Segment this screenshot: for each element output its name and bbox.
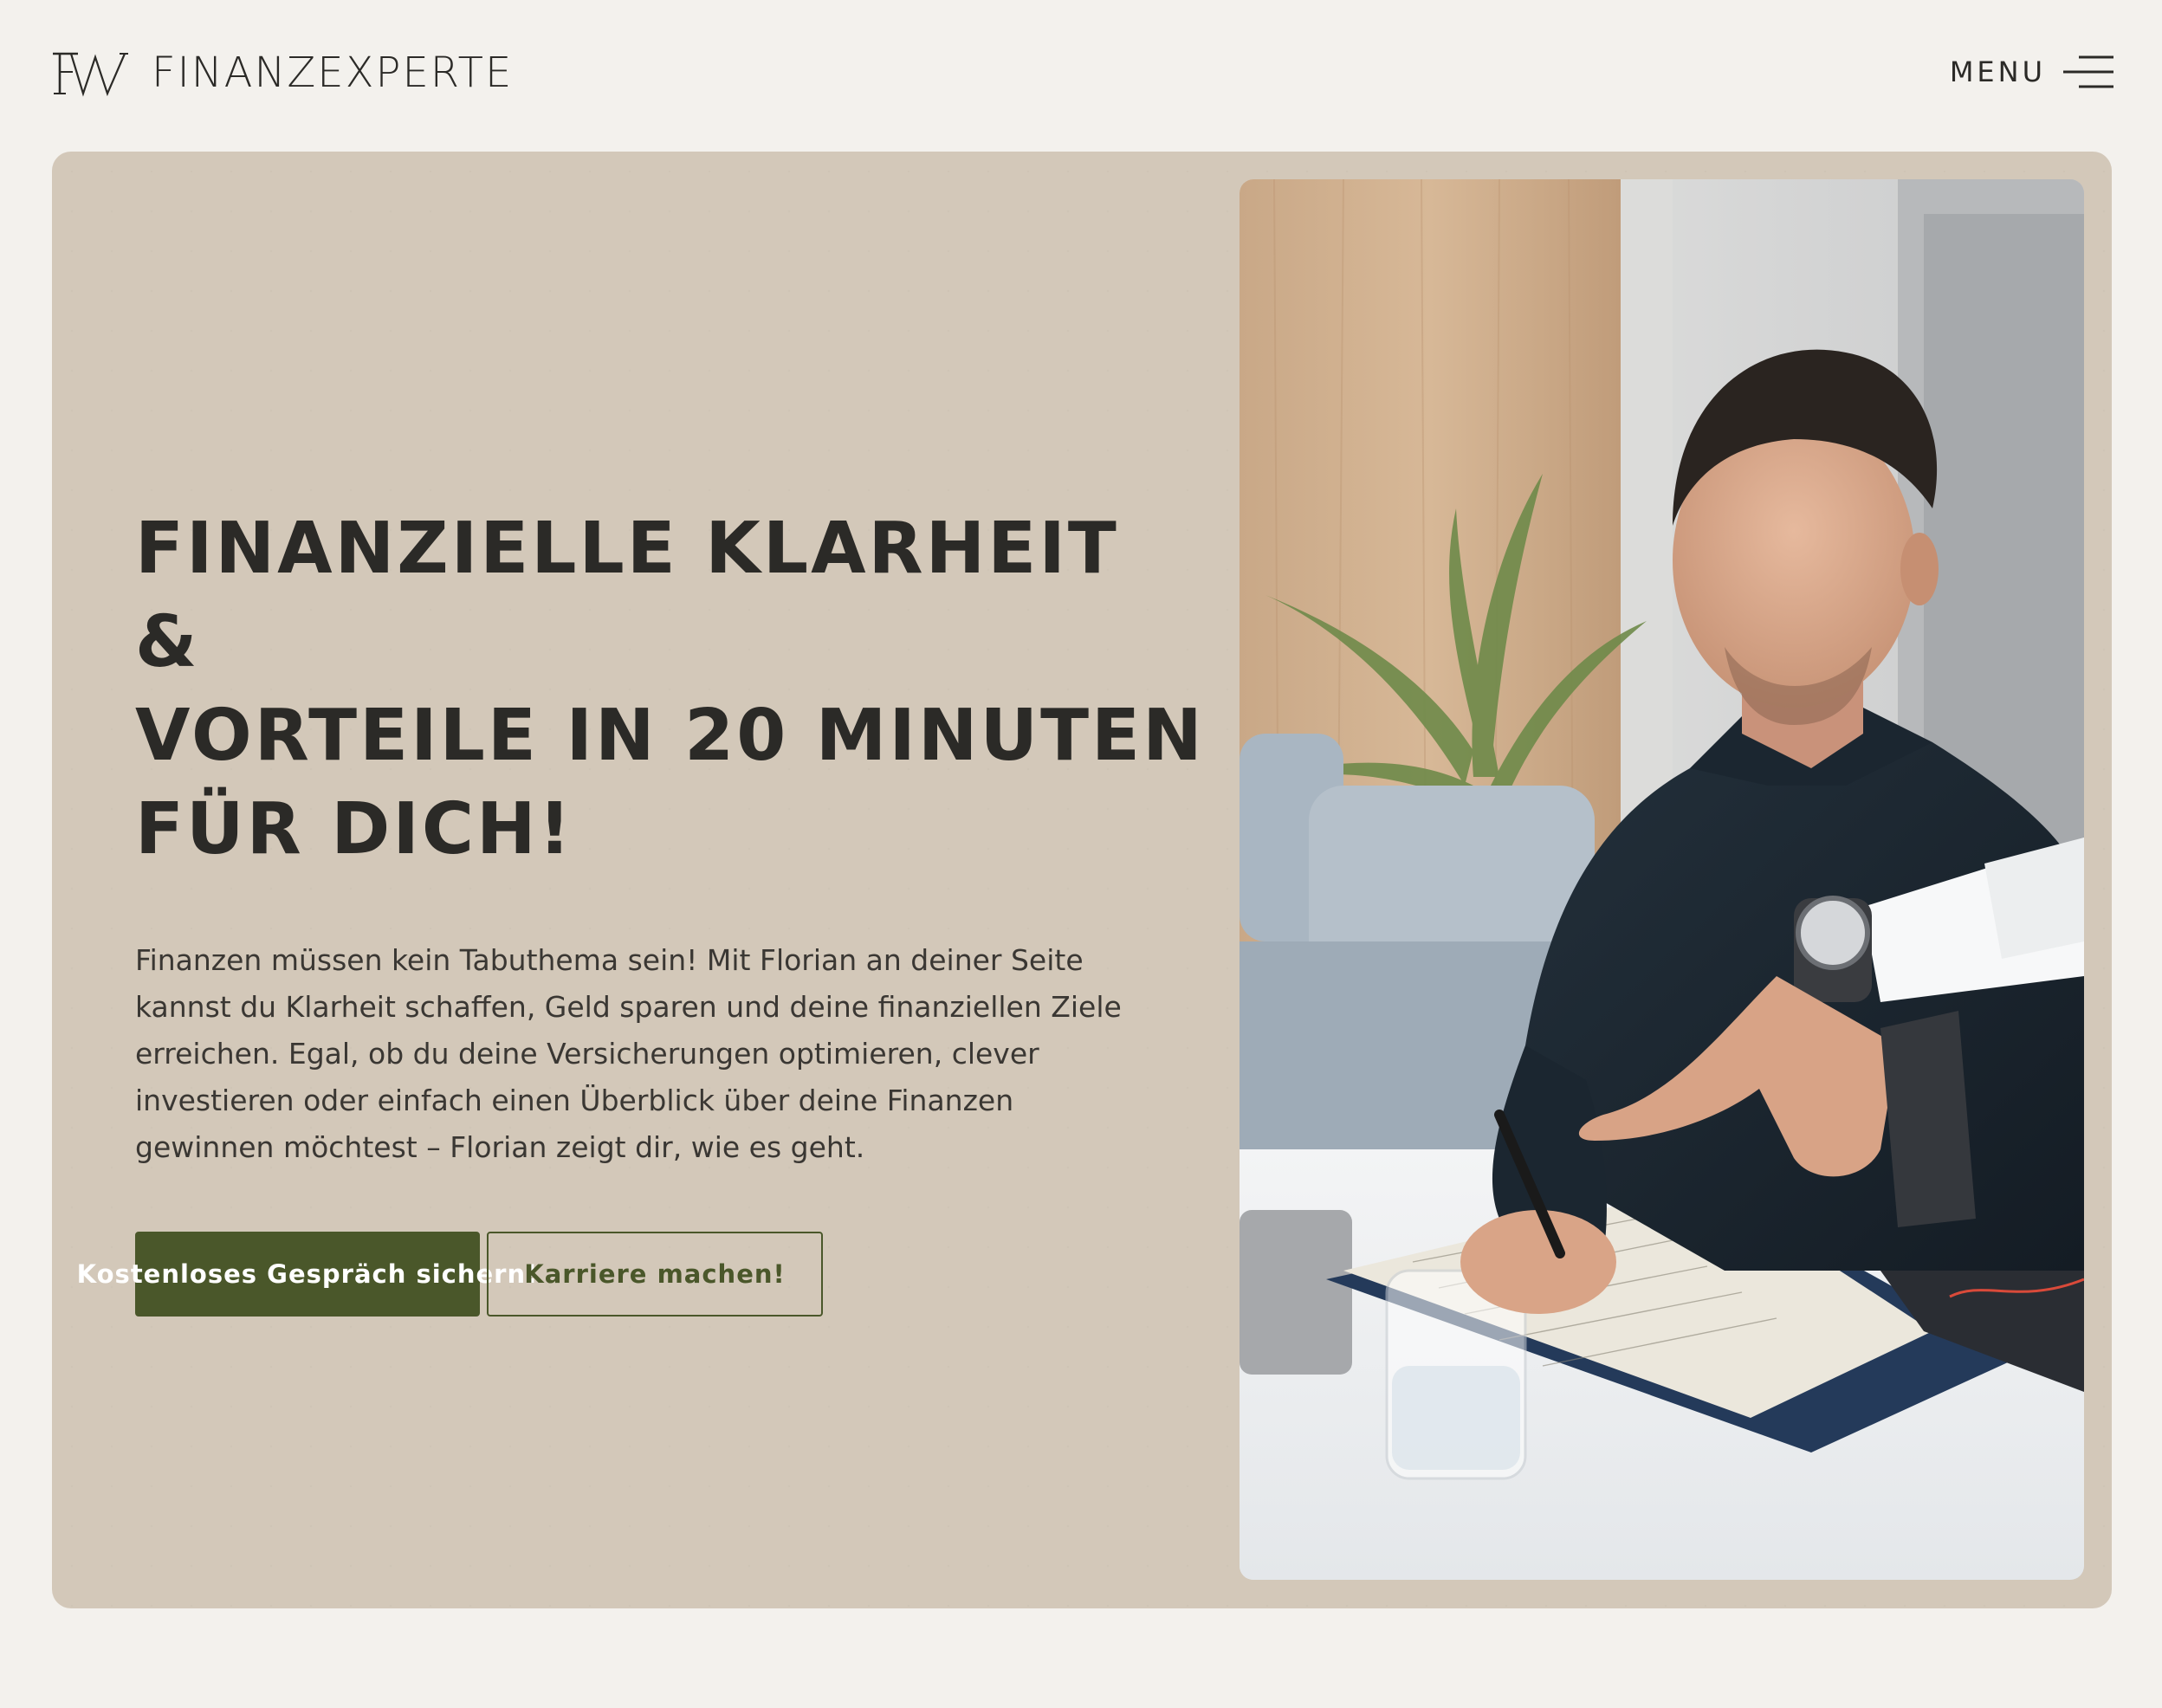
fw-monogram-logo xyxy=(53,52,128,97)
hero-content: FINANZIELLE KLARHEIT & VORTEILE IN 20 MI… xyxy=(77,502,1209,1317)
free-consultation-button[interactable]: Kostenloses Gespräch sichern! xyxy=(77,1232,537,1317)
site-header: FINANZEXPERTE MENU xyxy=(0,0,2162,152)
menu-label: MENU xyxy=(1949,55,2046,88)
hero-button-row: Kostenloses Gespräch sichern! Karriere m… xyxy=(77,1232,1209,1317)
menu-button[interactable]: MENU xyxy=(1950,54,2113,90)
brand-name: FINANZEXPERTE xyxy=(152,49,514,97)
hero-lead-text: Finanzen müssen kein Tabuthema sein! Mit… xyxy=(135,943,1122,1164)
logo-link[interactable]: FINANZEXPERTE xyxy=(52,49,513,97)
career-button[interactable]: Karriere machen! xyxy=(487,1232,823,1317)
hamburger-menu-icon xyxy=(2063,55,2113,88)
hero-section: FINANZIELLE KLARHEIT & VORTEILE IN 20 MI… xyxy=(52,152,2112,1608)
hero-photo xyxy=(1240,179,2084,1580)
hero-headline: FINANZIELLE KLARHEIT & VORTEILE IN 20 MI… xyxy=(135,508,1205,870)
